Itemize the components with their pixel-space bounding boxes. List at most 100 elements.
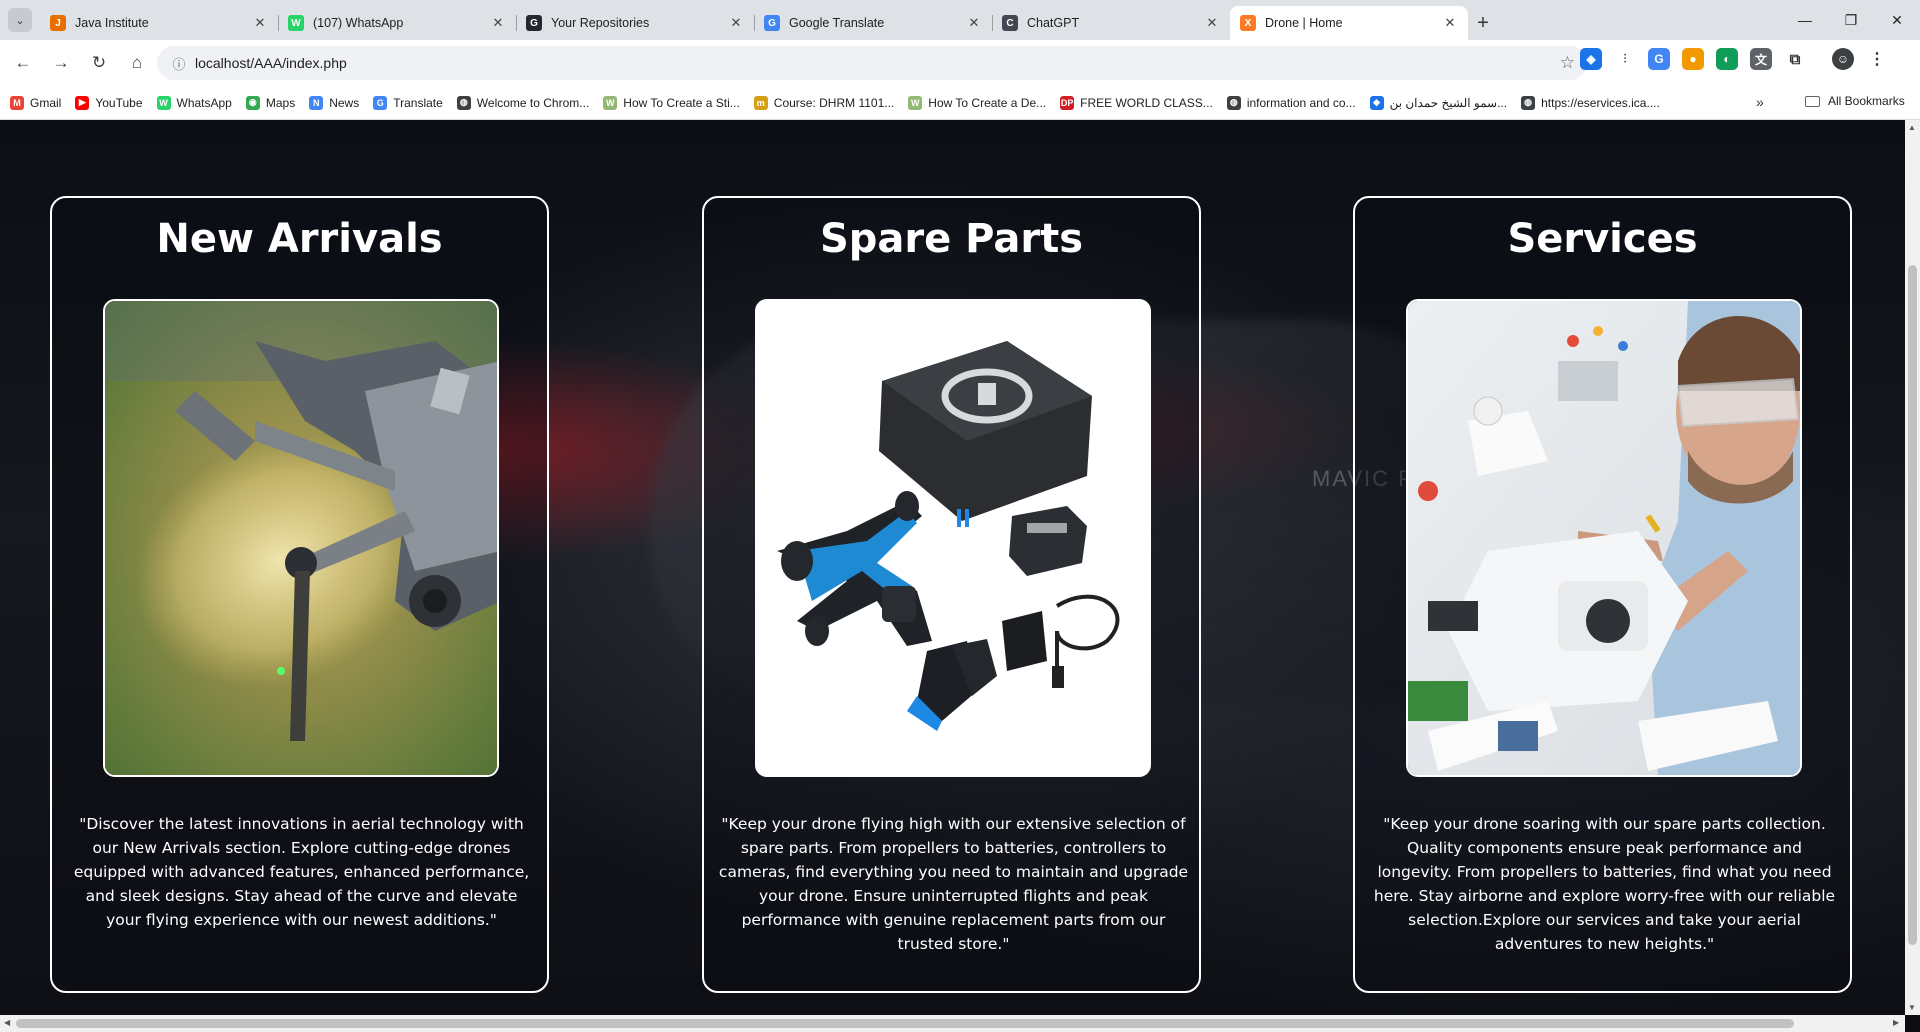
bookmark-label: YouTube (95, 95, 143, 110)
vertical-scrollbar[interactable]: ▲ ▼ (1905, 120, 1920, 1015)
tab-title: (107) WhatsApp (313, 16, 404, 30)
bookmark-item[interactable]: DP FREE WORLD CLASS... (1060, 95, 1213, 110)
card-description: "Discover the latest innovations in aeri… (73, 815, 530, 929)
globe-icon: ◍ (456, 95, 471, 110)
globe-icon: ◍ (1226, 95, 1241, 110)
bookmark-item[interactable]: m Course: DHRM 1101... (753, 95, 894, 110)
card-title: Services (1507, 216, 1698, 262)
close-icon[interactable]: ✕ (966, 15, 982, 31)
translate-x-extension-icon[interactable]: 文 (1750, 48, 1772, 70)
tab-github[interactable]: G Your Repositories ✕ (516, 6, 754, 40)
bookmark-item[interactable]: W WhatsApp (156, 95, 232, 110)
tab-title: Google Translate (789, 16, 885, 30)
close-icon[interactable]: ✕ (490, 15, 506, 31)
tab-strip: ⌄ J Java Institute ✕ W (107) WhatsApp ✕ G Your … (0, 0, 1920, 40)
home-icon: ⌂ (131, 53, 143, 72)
scroll-down-arrow-icon[interactable]: ▼ (1908, 1003, 1916, 1012)
tab-java[interactable]: J Java Institute ✕ (40, 6, 278, 40)
minimize-icon: — (1798, 12, 1812, 28)
close-window-button[interactable]: ✕ (1874, 0, 1920, 40)
card-spare-parts: Spare Parts "Keep your drone flying high… (702, 196, 1201, 993)
new-tab-button[interactable]: + (1468, 6, 1498, 40)
all-bookmarks-label: All Bookmarks (1828, 94, 1905, 108)
sliders-extension-icon[interactable]: ⫶ (1614, 48, 1636, 70)
vertical-scroll-thumb[interactable] (1908, 265, 1917, 945)
bookmark-label: News (329, 95, 360, 110)
bookmark-list: M Gmail ▶ YouTube W WhatsApp ◉ Maps N News G Transl… (10, 95, 1674, 110)
site-info-icon[interactable]: ⓘ (163, 54, 195, 73)
card-description: "Keep your drone soaring with our spare … (1373, 815, 1836, 953)
bookmark-item[interactable]: W How To Create a Sti... (603, 95, 740, 110)
address-bar-url[interactable]: localhost/AAA/index.php (195, 55, 347, 71)
home-button[interactable]: ⌂ (120, 46, 154, 80)
green-extension-icon[interactable]: ◐ (1716, 48, 1738, 70)
tab-translate[interactable]: G Google Translate ✕ (754, 6, 992, 40)
cookie-extension-icon[interactable]: ● (1682, 48, 1704, 70)
youtube-icon: ▶ (75, 95, 90, 110)
bookmark-item[interactable]: M Gmail (10, 95, 61, 110)
maps-icon: ◉ (245, 95, 260, 110)
bookmark-item[interactable]: ▶ YouTube (75, 95, 143, 110)
all-bookmarks-button[interactable]: All Bookmarks (1805, 94, 1905, 108)
tab-title: Your Repositories (551, 16, 650, 30)
minimize-button[interactable]: — (1782, 0, 1828, 40)
tab-title: Java Institute (75, 16, 149, 30)
card-new-arrivals: New Arrivals "Discover the latest innova… (50, 196, 549, 993)
restore-icon: ❐ (1844, 11, 1858, 28)
shield-extension-icon[interactable]: ◈ (1580, 48, 1602, 70)
folder-icon (1805, 95, 1820, 107)
translate-icon: G (373, 95, 388, 110)
scroll-right-arrow-icon[interactable]: ▶ (1893, 1018, 1899, 1027)
gmail-icon: M (10, 95, 24, 110)
menu-kebab-icon[interactable]: ⋮ (1866, 48, 1888, 70)
bookmark-item[interactable]: ◉ Maps (245, 95, 295, 110)
more-bookmarks-button[interactable]: » (1756, 94, 1764, 110)
tab-xampp[interactable]: X Drone | Home ✕ (1230, 6, 1468, 40)
whatsapp-icon: W (288, 15, 304, 31)
profile-avatar[interactable]: ☺ (1832, 48, 1854, 70)
tab-whatsapp[interactable]: W (107) WhatsApp ✕ (278, 6, 516, 40)
horizontal-scrollbar[interactable]: ◀ ▶ (0, 1015, 1905, 1032)
close-icon[interactable]: ✕ (252, 15, 268, 31)
bookmark-label: Translate (393, 95, 443, 110)
java-icon: J (50, 15, 66, 31)
address-bar[interactable]: ⓘ localhost/AAA/index.php ☆ (157, 46, 1587, 80)
bookmark-item[interactable]: N News (309, 95, 360, 110)
translate-extension-icon[interactable]: G (1648, 48, 1670, 70)
xampp-icon: X (1240, 15, 1256, 31)
reload-icon: ↻ (91, 53, 107, 72)
puzzle-extensions-icon[interactable]: ⧉ (1784, 48, 1806, 70)
bookmark-item[interactable]: ◍ https://eservices.ica.... (1521, 95, 1660, 110)
bookmark-label: سمو الشيخ حمدان بن... (1389, 95, 1508, 110)
back-button[interactable]: ← (6, 46, 40, 80)
reload-button[interactable]: ↻ (82, 46, 116, 80)
technician-repairing-drone-image (1406, 299, 1802, 777)
close-icon[interactable]: ✕ (1442, 15, 1458, 31)
bookmark-star-icon[interactable]: ☆ (1560, 53, 1575, 73)
page-viewport: MAVIC PRO New Arrivals "Discover the lat… (0, 120, 1905, 1015)
tab-search-button[interactable]: ⌄ (8, 8, 32, 32)
browser-toolbar: ← → ↻ ⌂ ⓘ localhost/AAA/index.php ☆ ◈ ⫶ … (0, 40, 1920, 86)
bookmark-label: FREE WORLD CLASS... (1080, 95, 1213, 110)
dp-icon: DP (1060, 95, 1075, 110)
tab-chatgpt[interactable]: C ChatGPT ✕ (992, 6, 1230, 40)
card-title: New Arrivals (156, 216, 443, 262)
bookmark-label: WhatsApp (176, 95, 232, 110)
tab-list: J Java Institute ✕ W (107) WhatsApp ✕ G Your Re… (40, 6, 1498, 40)
close-icon[interactable]: ✕ (728, 15, 744, 31)
bookmark-item[interactable]: ◍ Welcome to Chrom... (456, 95, 589, 110)
close-icon[interactable]: ✕ (1204, 15, 1220, 31)
forward-button[interactable]: → (44, 46, 78, 80)
bookmark-item[interactable]: ◍ information and co... (1226, 95, 1356, 110)
bookmark-item[interactable]: W How To Create a De... (908, 95, 1046, 110)
wikihow-icon: W (603, 95, 618, 110)
bookmark-item[interactable]: G Translate (373, 95, 443, 110)
scroll-left-arrow-icon[interactable]: ◀ (4, 1018, 10, 1027)
scroll-up-arrow-icon[interactable]: ▲ (1908, 123, 1916, 132)
bookmark-label: https://eservices.ica.... (1541, 95, 1660, 110)
bookmark-item[interactable]: ◆ سمو الشيخ حمدان بن... (1369, 95, 1508, 110)
restore-button[interactable]: ❐ (1828, 0, 1874, 40)
diamond-icon: ◆ (1369, 95, 1384, 110)
horizontal-scroll-thumb[interactable] (16, 1019, 1794, 1028)
globe-icon: ◍ (1521, 95, 1536, 110)
